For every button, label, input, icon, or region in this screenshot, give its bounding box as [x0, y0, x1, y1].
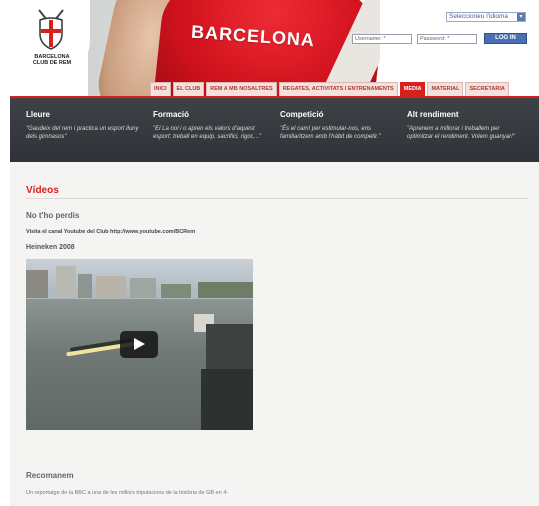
- logo-text-line2: CLUB DE REM: [32, 60, 72, 66]
- band-title: Alt rendiment: [407, 110, 459, 119]
- band-text: "Aprenem a millorar i treballem per opti…: [407, 126, 515, 140]
- page-title: Vídeos: [26, 185, 59, 196]
- play-icon: [134, 338, 145, 350]
- values-band: Lleure "Gaudeix del rem i practica un es…: [10, 96, 539, 162]
- video-title: Heineken 2008: [26, 244, 75, 251]
- language-select[interactable]: Seleccioneu l'idioma ▾: [446, 12, 526, 22]
- language-select-value: Seleccioneu l'idioma: [449, 13, 509, 20]
- band-title: Lleure: [26, 110, 51, 119]
- recommend-text: Un reportatge de la BBC a una de les mil…: [26, 490, 229, 496]
- band-column-formacio: Formació "El La nol i o apren els valors…: [153, 110, 271, 141]
- band-text: "Gaudeix del rem i practica un esport ll…: [26, 126, 139, 140]
- band-title: Competició: [280, 110, 324, 119]
- recommend-title: Recomanem: [26, 471, 74, 480]
- title-divider: [26, 198, 529, 199]
- tab-regates[interactable]: REGATES, ACTIVITATS I ENTRENAMENTS: [278, 82, 398, 96]
- crest-icon: [38, 9, 64, 50]
- tab-rem-amb-nosaltres[interactable]: REM A MB NOSALTRES: [206, 82, 277, 96]
- password-field[interactable]: Password: *: [417, 34, 477, 44]
- tab-media[interactable]: MEDIA: [399, 82, 426, 96]
- tab-material[interactable]: MATERIAL: [427, 82, 464, 96]
- tab-el-club[interactable]: EL CLUB: [172, 82, 205, 96]
- login-button[interactable]: LOG IN: [484, 33, 527, 44]
- youtube-channel-link[interactable]: Visita el canal Youtube del Club http://…: [26, 229, 195, 235]
- club-logo[interactable]: BARCELONA CLUB DE REM: [10, 0, 90, 80]
- play-button[interactable]: [120, 331, 158, 358]
- band-text: "És el camí per estimular-nos, ens famil…: [280, 126, 381, 140]
- tab-inici[interactable]: INICI: [150, 82, 171, 96]
- band-title: Formació: [153, 110, 190, 119]
- band-column-lleure: Lleure "Gaudeix del rem i practica un es…: [26, 110, 144, 141]
- band-column-competicio: Competició "És el camí per estimular-nos…: [280, 110, 398, 141]
- main-nav-tabs: INICI EL CLUB REM A MB NOSALTRES REGATES…: [150, 82, 509, 96]
- band-text: "El La nol i o apren els valors d'aquest…: [153, 126, 262, 140]
- band-column-alt-rendiment: Alt rendiment "Aprenem a millorar i treb…: [407, 110, 525, 141]
- tab-secretaria[interactable]: SECRETARIA: [465, 82, 509, 96]
- username-field[interactable]: Username: *: [352, 34, 412, 44]
- chevron-down-icon: ▾: [517, 13, 525, 21]
- section-subtitle: No t'ho perdis: [26, 211, 80, 220]
